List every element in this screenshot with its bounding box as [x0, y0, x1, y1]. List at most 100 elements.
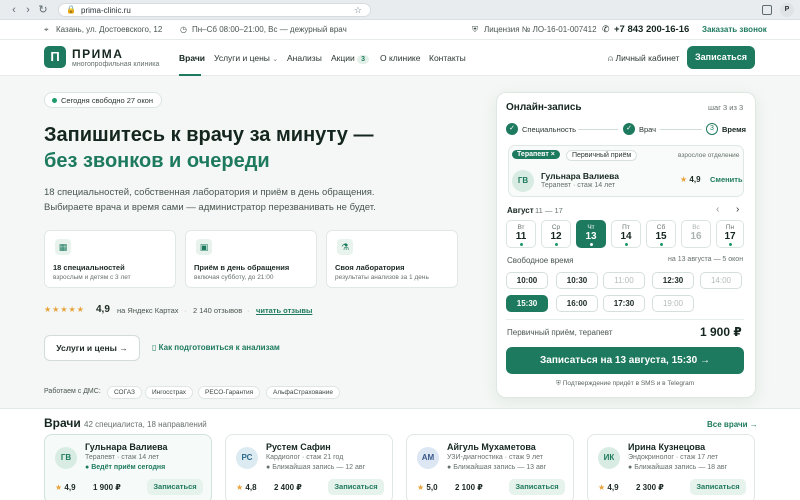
doctor-card[interactable]: АМ Айгуль Мухаметова УЗИ-диагностика · с…	[406, 434, 574, 500]
book-doctor-button[interactable]: Записаться	[509, 479, 565, 495]
day-button[interactable]: Сб 15	[646, 220, 676, 248]
hero-title-line1: Запишитесь к врачу за минуту —	[44, 124, 374, 146]
insurer-chip: РЕСО-Гарантия	[198, 386, 261, 399]
doctor-card[interactable]: ГВ Гульнара Валиева Терапевт · стаж 14 л…	[44, 434, 212, 500]
book-doctor-button[interactable]: Записаться	[147, 479, 203, 495]
feature-card-specialties: ▦ 18 специальностей взрослым и детям с 3…	[44, 230, 176, 288]
bookmark-star-icon[interactable]: ☆	[354, 5, 362, 16]
brand-name[interactable]: ПРИМА	[72, 47, 123, 61]
header-signup-button[interactable]: Записаться	[687, 46, 755, 69]
logo-mark[interactable]: П	[44, 46, 66, 68]
next-week-icon[interactable]: ›	[736, 204, 739, 215]
department-label: взрослое отделение	[678, 152, 740, 159]
day-number: 14	[620, 231, 632, 242]
doctors-title: Врачи	[44, 416, 81, 430]
day-button-selected[interactable]: Чт 13	[576, 220, 606, 248]
doctor-spec: Терапевт · стаж 14 лет	[85, 454, 160, 461]
doctor-price: 2 100 ₽	[455, 483, 483, 492]
change-doctor-link[interactable]: Сменить	[710, 175, 743, 184]
profile-avatar[interactable]: P	[780, 3, 794, 17]
grid-icon: ▦	[55, 239, 71, 255]
doctor-name: Гульнара Валиева	[541, 171, 619, 181]
time-slot[interactable]: 10:00	[506, 272, 548, 289]
availability-dot	[589, 243, 593, 246]
step-time[interactable]: Время	[722, 125, 746, 134]
specialty-chip[interactable]: Терапевт ×	[512, 150, 560, 159]
promos-count-badge: 3	[357, 55, 370, 64]
nav-contacts[interactable]: Контакты	[429, 53, 466, 63]
doctor-price: 2 300 ₽	[636, 483, 664, 492]
time-slot[interactable]: 10:30	[556, 272, 598, 289]
time-slot[interactable]: 17:30	[603, 295, 645, 312]
nav-about[interactable]: О клинике	[380, 53, 420, 63]
doctor-avatar: АМ	[417, 447, 439, 469]
day-number: 11	[515, 231, 527, 242]
doctor-rating-value: 4,9	[689, 175, 701, 184]
hero-title-line2: без звонков и очереди	[44, 150, 270, 172]
specialty-chip-label: Терапевт	[517, 151, 549, 158]
close-icon[interactable]: ×	[551, 151, 555, 158]
check-icon: ✓	[506, 123, 518, 135]
day-button[interactable]: Ср 12	[541, 220, 571, 248]
confirm-booking-button[interactable]: Записаться на 13 августа, 15:30 →	[506, 347, 744, 374]
day-number: 12	[550, 231, 562, 242]
step-doctor[interactable]: Врач	[639, 125, 656, 134]
doctor-rating: ★ 4,9	[598, 483, 619, 492]
nav-services[interactable]: Услуги и цены ⌄	[214, 53, 278, 63]
day-button[interactable]: Пн 17	[716, 220, 744, 248]
back-icon[interactable]: ‹	[8, 4, 20, 16]
time-slot-busy: 19:00	[652, 295, 694, 312]
pin-icon: ⌖	[44, 25, 49, 34]
phone-number[interactable]: +7 843 200-16-16	[614, 24, 689, 35]
day-button[interactable]: Пт 14	[611, 220, 641, 248]
day-of-week: Пн	[725, 224, 735, 231]
nav-doctors[interactable]: Врачи	[179, 53, 205, 63]
time-slot[interactable]: 16:00	[556, 295, 598, 312]
doctor-spec: Эндокринолог · стаж 17 лет	[628, 454, 719, 461]
star-icon: ★	[55, 483, 63, 492]
callback-link[interactable]: Заказать звонок	[702, 25, 767, 34]
prep-link[interactable]: ▯ Как подготовиться к анализам	[152, 343, 280, 352]
user-icon: ⍝	[608, 53, 614, 63]
day-button[interactable]: Вт 11	[506, 220, 536, 248]
nav-promos[interactable]: Акции 3	[331, 53, 370, 64]
doctor-availability: ● Ближайшая запись — 12 авг	[266, 464, 366, 471]
doctor-name: Айгуль Мухаметова	[447, 442, 536, 452]
star-icon: ★	[598, 483, 606, 492]
time-slot[interactable]: 12:30	[652, 272, 694, 289]
visit-type-chip[interactable]: Первичный приём	[566, 150, 638, 161]
doctors-subtitle: 42 специалиста, 18 направлений	[84, 420, 207, 429]
feature-card-lab: ⚗ Своя лаборатория результаты анализов з…	[326, 230, 458, 288]
feature-title: 18 специальностей	[53, 263, 125, 272]
forward-icon[interactable]: ›	[22, 4, 34, 16]
rating-stars: ★★★★★	[44, 305, 85, 314]
reviews-link[interactable]: читать отзывы	[256, 306, 312, 315]
services-button[interactable]: Услуги и цены →	[44, 335, 140, 361]
step-info: шаг 3 из 3	[708, 103, 744, 112]
extensions-icon[interactable]	[762, 5, 772, 15]
doctor-avatar: ИК	[598, 447, 620, 469]
account-link[interactable]: ⍝ Личный кабинет	[608, 53, 679, 64]
brand-tagline: многопрофильная клиника	[72, 61, 160, 68]
doctor-availability-text: Ближайшая запись — 13 авг	[453, 464, 547, 471]
doctor-avatar: ГВ	[55, 447, 77, 469]
all-doctors-label: Все врачи	[707, 420, 748, 429]
step-specialty[interactable]: Специальность	[522, 125, 576, 134]
address-bar[interactable]: 🔒 prima-clinic.ru ☆	[58, 3, 371, 17]
book-doctor-button[interactable]: Записаться	[690, 479, 746, 495]
all-doctors-link[interactable]: Все врачи →	[707, 420, 758, 429]
doctor-card[interactable]: РС Рустем Сафин Кардиолог · стаж 21 год …	[225, 434, 393, 500]
nav-tests[interactable]: Анализы	[287, 53, 322, 63]
time-slot-selected[interactable]: 15:30	[506, 295, 548, 312]
doctor-availability-text: Ведёт приём сегодня	[91, 464, 166, 471]
doctor-card[interactable]: ИК Ирина Кузнецова Эндокринолог · стаж 1…	[587, 434, 755, 500]
doctor-avatar: РС	[236, 447, 258, 469]
reload-icon[interactable]: ↻	[37, 4, 49, 16]
working-hours: Пн–Сб 08:00–21:00, Вс — дежурный врач	[192, 25, 347, 34]
doctor-price: 1 900 ₽	[93, 483, 121, 492]
book-doctor-button[interactable]: Записаться	[328, 479, 384, 495]
prev-week-icon[interactable]: ‹	[716, 204, 719, 215]
star-icon: ★	[680, 175, 688, 184]
doctor-spec: Кардиолог · стаж 21 год	[266, 454, 344, 461]
doctor-availability: ● Ведёт приём сегодня	[85, 464, 166, 471]
